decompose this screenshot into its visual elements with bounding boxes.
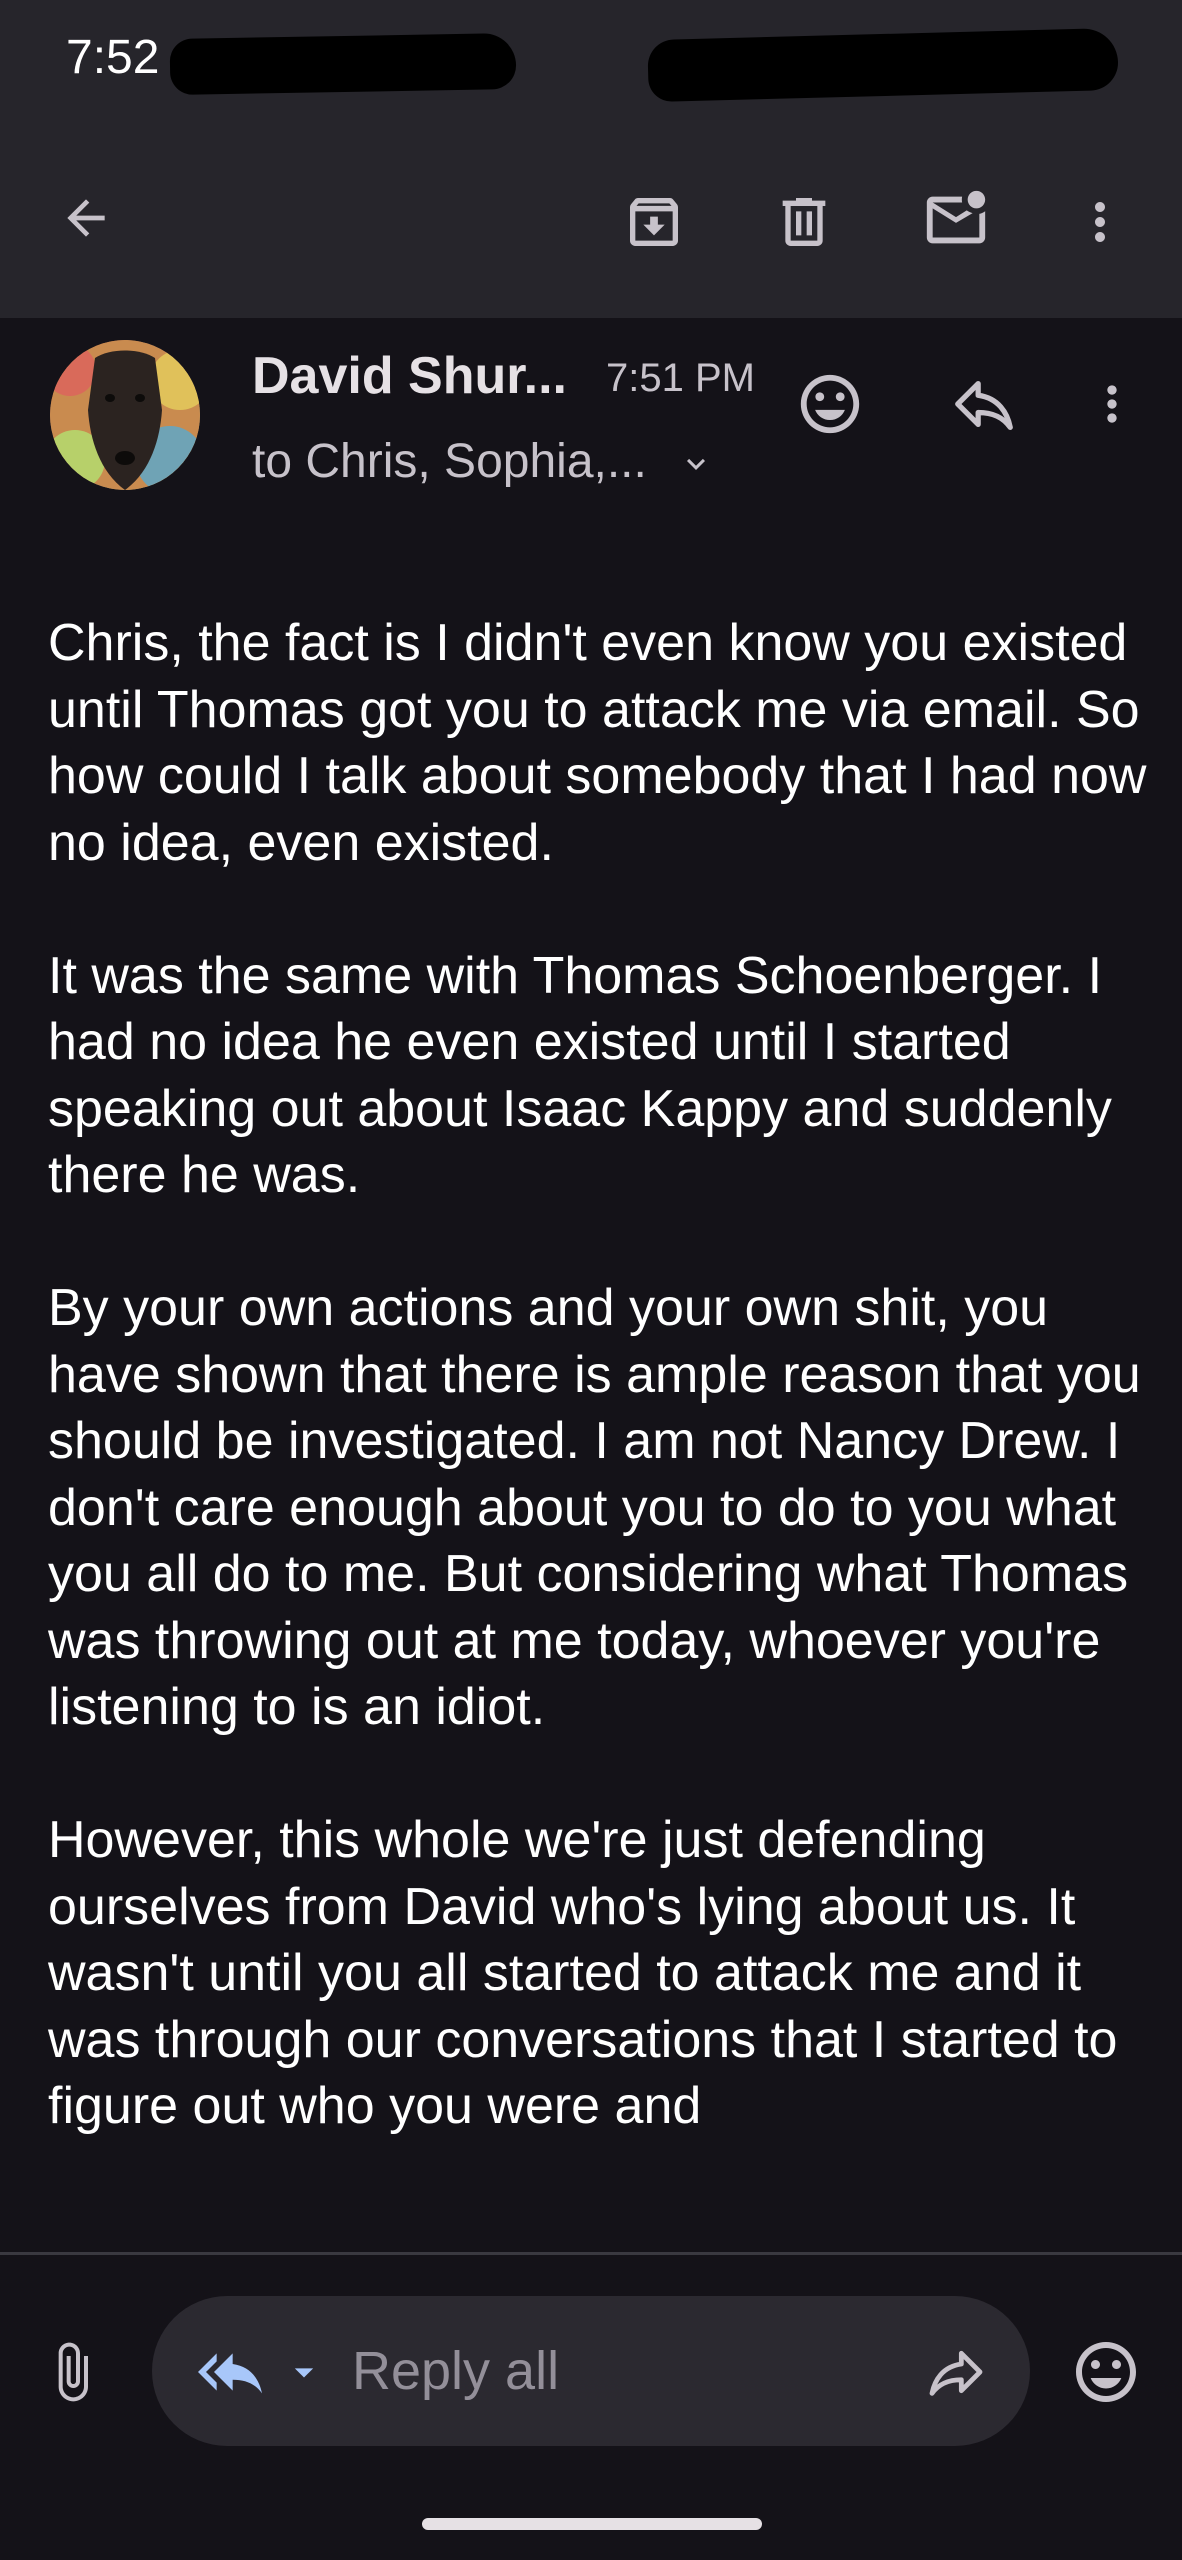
message-time: 7:51 PM — [606, 356, 755, 400]
sender-avatar[interactable] — [50, 340, 200, 490]
mark-unread-icon[interactable] — [914, 178, 998, 262]
forward-icon[interactable] — [916, 2336, 996, 2408]
message-body: Chris, the fact is I didn't even know yo… — [48, 610, 1148, 2206]
message-more-icon[interactable] — [1082, 364, 1142, 444]
recipients-summary[interactable]: to Chris, Sophia,... — [252, 434, 714, 489]
emoji-icon[interactable] — [1066, 2330, 1146, 2414]
archive-icon[interactable] — [614, 182, 694, 262]
chevron-down-icon[interactable] — [678, 446, 714, 482]
reply-all-icon[interactable] — [190, 2336, 270, 2408]
more-vertical-icon[interactable] — [1070, 182, 1130, 262]
recipients-text: to Chris, Sophia,... — [252, 435, 647, 488]
redaction-mark — [647, 27, 1119, 103]
redaction-mark — [169, 32, 517, 96]
body-paragraph: However, this whole we're just defending… — [48, 1811, 1118, 2135]
reply-all-placeholder: Reply all — [352, 2341, 560, 2401]
reply-icon[interactable] — [944, 364, 1024, 444]
body-paragraph: It was the same with Thomas Schoenberger… — [48, 946, 1112, 1205]
add-reaction-icon[interactable] — [790, 364, 870, 444]
message-body-viewport[interactable]: Chris, the fact is I didn't even know yo… — [0, 600, 1182, 2252]
attachment-icon[interactable] — [40, 2330, 104, 2414]
sender-name: David Shur... — [252, 347, 567, 405]
back-arrow-icon[interactable] — [50, 182, 122, 254]
reply-type-dropdown-icon[interactable] — [282, 2350, 326, 2394]
body-paragraph: Chris, the fact is I didn't even know yo… — [48, 614, 1147, 872]
trash-icon[interactable] — [764, 182, 844, 262]
home-indicator[interactable] — [422, 2518, 762, 2530]
status-time: 7:52 — [66, 31, 160, 84]
body-paragraph: By your own actions and your own shit, y… — [48, 1279, 1141, 1736]
